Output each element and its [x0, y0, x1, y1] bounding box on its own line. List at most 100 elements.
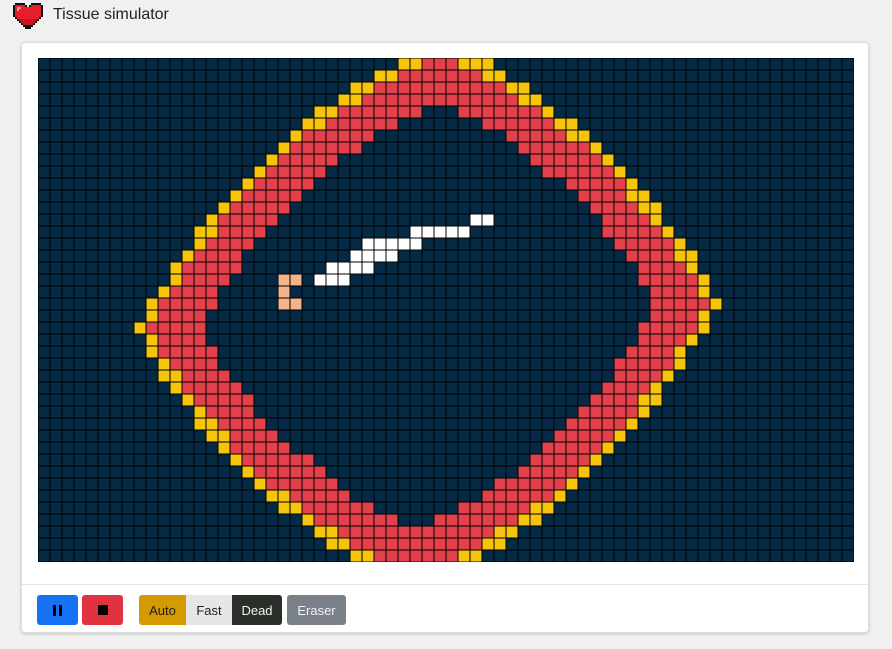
- grid-cell-active[interactable]: [313, 153, 327, 167]
- grid-cell[interactable]: [793, 465, 807, 479]
- grid-cell-border[interactable]: [493, 537, 507, 551]
- grid-cell[interactable]: [133, 189, 147, 203]
- grid-cell[interactable]: [397, 381, 411, 395]
- grid-cell-active[interactable]: [361, 525, 375, 539]
- grid-cell[interactable]: [709, 417, 723, 431]
- grid-cell-active[interactable]: [661, 309, 675, 323]
- grid-cell[interactable]: [577, 525, 591, 539]
- grid-cell[interactable]: [73, 261, 87, 275]
- grid-cell-active[interactable]: [373, 513, 387, 527]
- grid-cell-border[interactable]: [553, 489, 567, 503]
- grid-cell[interactable]: [469, 417, 483, 431]
- grid-cell[interactable]: [769, 465, 783, 479]
- grid-cell[interactable]: [193, 213, 207, 227]
- grid-cell[interactable]: [481, 393, 495, 407]
- grid-cell[interactable]: [601, 321, 615, 335]
- grid-cell[interactable]: [661, 117, 675, 131]
- grid-cell[interactable]: [373, 477, 387, 491]
- grid-cell[interactable]: [793, 273, 807, 287]
- grid-cell[interactable]: [97, 441, 111, 455]
- grid-cell[interactable]: [805, 58, 819, 71]
- grid-cell[interactable]: [613, 297, 627, 311]
- grid-cell[interactable]: [817, 501, 831, 515]
- grid-cell[interactable]: [769, 225, 783, 239]
- grid-cell-active[interactable]: [229, 381, 243, 395]
- grid-cell-active[interactable]: [349, 537, 363, 551]
- grid-cell-active[interactable]: [493, 93, 507, 107]
- grid-cell[interactable]: [493, 357, 507, 371]
- grid-cell[interactable]: [517, 297, 531, 311]
- grid-cell-active[interactable]: [277, 441, 291, 455]
- grid-cell-active[interactable]: [625, 249, 639, 263]
- grid-cell[interactable]: [661, 405, 675, 419]
- grid-cell[interactable]: [745, 381, 759, 395]
- grid-cell[interactable]: [337, 441, 351, 455]
- grid-cell[interactable]: [769, 537, 783, 551]
- grid-cell[interactable]: [193, 69, 207, 83]
- grid-cell[interactable]: [73, 453, 87, 467]
- grid-cell-active[interactable]: [661, 297, 675, 311]
- grid-cell[interactable]: [745, 189, 759, 203]
- grid-cell[interactable]: [661, 189, 675, 203]
- grid-cell[interactable]: [613, 153, 627, 167]
- grid-cell[interactable]: [505, 381, 519, 395]
- grid-cell[interactable]: [205, 153, 219, 167]
- grid-cell[interactable]: [601, 489, 615, 503]
- grid-cell-active[interactable]: [193, 345, 207, 359]
- grid-cell[interactable]: [505, 237, 519, 251]
- grid-cell[interactable]: [133, 429, 147, 443]
- grid-cell[interactable]: [109, 177, 123, 191]
- grid-cell[interactable]: [133, 58, 147, 71]
- grid-cell[interactable]: [781, 189, 795, 203]
- grid-cell[interactable]: [673, 501, 687, 515]
- grid-cell[interactable]: [61, 69, 75, 83]
- grid-cell[interactable]: [205, 58, 219, 71]
- grid-cell[interactable]: [733, 213, 747, 227]
- grid-cell[interactable]: [673, 513, 687, 527]
- grid-cell[interactable]: [445, 321, 459, 335]
- grid-cell[interactable]: [145, 261, 159, 275]
- grid-cell[interactable]: [397, 429, 411, 443]
- grid-cell-active[interactable]: [193, 285, 207, 299]
- grid-cell[interactable]: [133, 117, 147, 131]
- grid-cell[interactable]: [469, 249, 483, 263]
- grid-cell[interactable]: [817, 81, 831, 95]
- grid-cell-dead[interactable]: [349, 249, 363, 263]
- grid-cell-active[interactable]: [289, 489, 303, 503]
- grid-cell[interactable]: [685, 81, 699, 95]
- grid-cell-active[interactable]: [649, 285, 663, 299]
- grid-cell[interactable]: [637, 285, 651, 299]
- grid-cell-active[interactable]: [421, 81, 435, 95]
- grid-cell-active[interactable]: [625, 345, 639, 359]
- grid-cell[interactable]: [421, 129, 435, 143]
- grid-cell[interactable]: [757, 453, 771, 467]
- grid-cell[interactable]: [397, 345, 411, 359]
- grid-cell[interactable]: [157, 165, 171, 179]
- grid-cell[interactable]: [49, 537, 63, 551]
- grid-cell-active[interactable]: [397, 105, 411, 119]
- grid-cell[interactable]: [301, 105, 315, 119]
- grid-cell-active[interactable]: [613, 369, 627, 383]
- grid-cell-active[interactable]: [661, 237, 675, 251]
- grid-cell[interactable]: [493, 165, 507, 179]
- grid-cell[interactable]: [829, 225, 843, 239]
- grid-cell-active[interactable]: [337, 117, 351, 131]
- grid-cell-active[interactable]: [445, 81, 459, 95]
- grid-cell[interactable]: [481, 429, 495, 443]
- grid-cell[interactable]: [433, 237, 447, 251]
- grid-cell[interactable]: [361, 477, 375, 491]
- grid-cell[interactable]: [745, 525, 759, 539]
- grid-cell[interactable]: [613, 537, 627, 551]
- grid-cell[interactable]: [109, 345, 123, 359]
- grid-cell[interactable]: [265, 333, 279, 347]
- grid-cell[interactable]: [673, 405, 687, 419]
- grid-cell[interactable]: [529, 405, 543, 419]
- grid-cell[interactable]: [38, 393, 51, 407]
- grid-cell[interactable]: [697, 213, 711, 227]
- grid-cell[interactable]: [361, 441, 375, 455]
- grid-cell-active[interactable]: [505, 477, 519, 491]
- grid-cell[interactable]: [85, 249, 99, 263]
- grid-cell[interactable]: [733, 477, 747, 491]
- grid-cell[interactable]: [721, 525, 735, 539]
- grid-cell[interactable]: [193, 513, 207, 527]
